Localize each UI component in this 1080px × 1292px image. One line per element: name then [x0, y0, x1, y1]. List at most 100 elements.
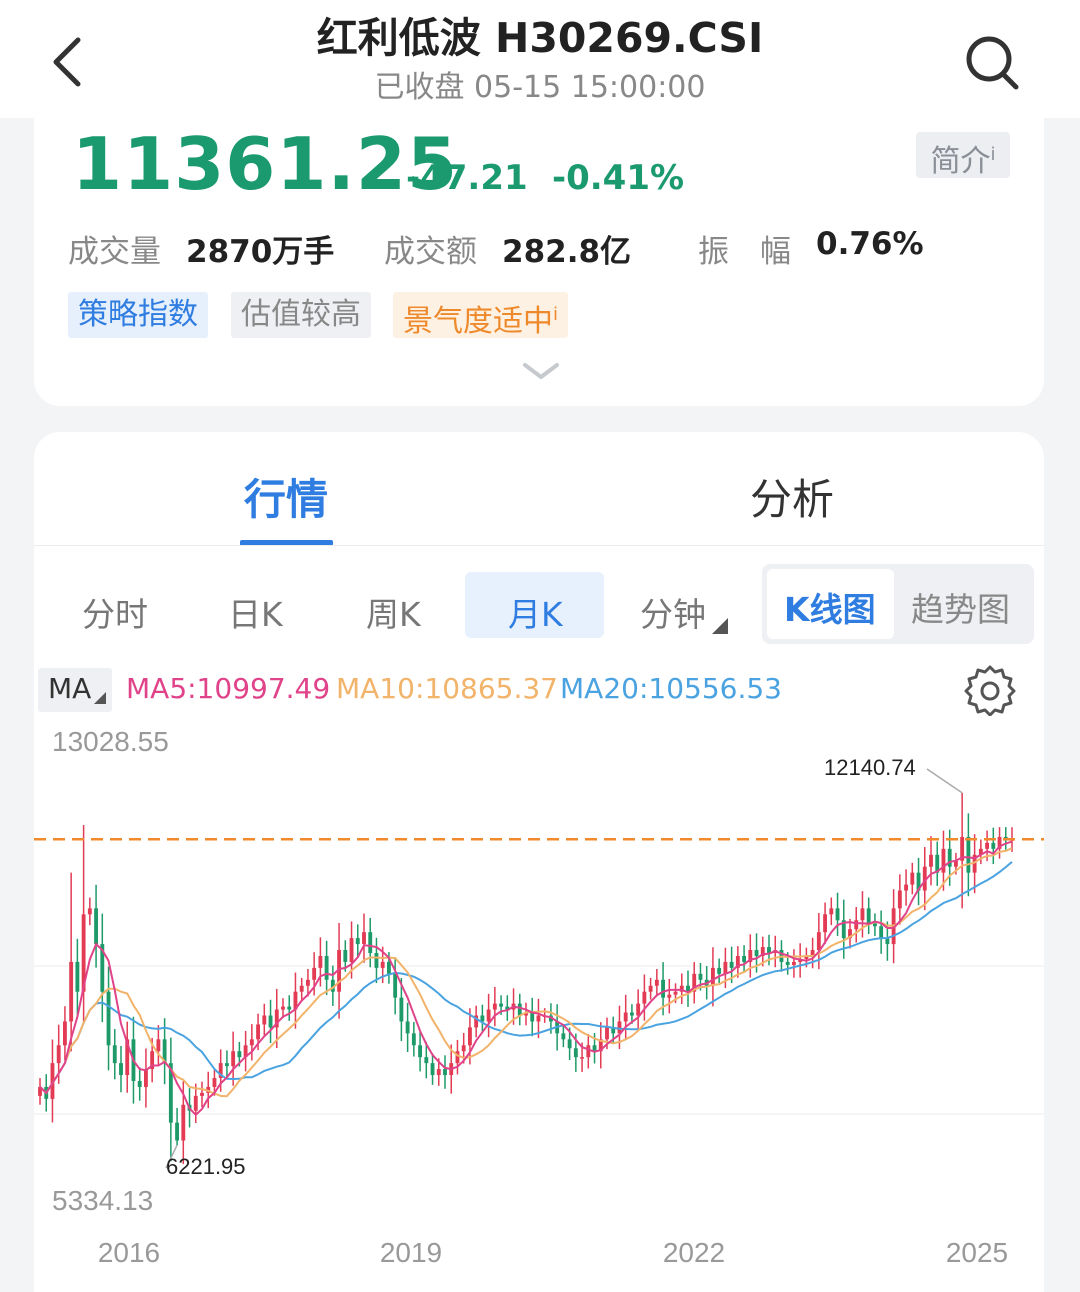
gear-icon[interactable]	[964, 664, 1016, 716]
tag-sentiment[interactable]: 景气度适中ⅰ	[393, 292, 569, 339]
candle-down	[374, 953, 379, 968]
candle-up	[623, 1012, 628, 1022]
candle-down	[343, 950, 348, 962]
candle-up	[486, 1009, 491, 1022]
candle-up	[349, 938, 354, 962]
ma10-line	[39, 847, 1013, 1098]
candle-down	[411, 1033, 416, 1046]
candle-up	[380, 961, 385, 968]
candle-up	[212, 1078, 217, 1087]
candle-down	[561, 1033, 566, 1040]
candle-up	[791, 961, 796, 965]
candle-up	[904, 884, 909, 891]
candle-down	[324, 955, 329, 980]
candle-up	[985, 842, 990, 849]
candle-up	[262, 1015, 267, 1025]
candle-down	[368, 932, 373, 954]
candle-up	[723, 961, 728, 974]
dropdown-corner-icon	[712, 618, 728, 634]
tab-market[interactable]: 行情	[244, 466, 328, 527]
candle-down	[835, 908, 840, 921]
y-max-label: 13028.55	[52, 726, 169, 757]
candle-down	[729, 961, 734, 968]
candle-down	[399, 997, 404, 1022]
candle-down	[742, 955, 747, 962]
candle-up	[941, 848, 946, 873]
tag-sentiment-label: 景气度适中	[403, 304, 553, 339]
candle-up	[910, 872, 915, 885]
candle-up	[299, 985, 304, 992]
intro-label: 简介	[930, 144, 991, 179]
ma5-line	[39, 840, 1013, 1117]
tag-valuation[interactable]: 估值较高	[231, 292, 371, 338]
candle-up	[648, 985, 653, 992]
candle-down	[175, 1122, 180, 1141]
amplitude-label: 振 幅	[698, 234, 791, 270]
intro-button[interactable]: 简介ⅰ	[916, 132, 1010, 179]
market-status: 已收盘 05-15 15:00:00	[374, 70, 706, 105]
quote-card: 11361.25 -47.21 -0.41% 简介ⅰ 成交量 2870万手 成交…	[34, 102, 1044, 406]
chevron-down-icon[interactable]	[521, 360, 561, 382]
low-annotation: 6221.95	[166, 1154, 246, 1179]
candle-up	[580, 1057, 585, 1059]
candle-down	[430, 1063, 435, 1076]
ma-label: MA	[48, 672, 92, 705]
price-change: -47.21	[406, 158, 528, 198]
ma10-value: MA10:10865.37	[336, 672, 558, 705]
period-monthly-k[interactable]: 月K	[508, 588, 563, 636]
candle-down	[393, 973, 398, 998]
candle-up	[536, 1015, 541, 1022]
tab-analysis[interactable]: 分析	[750, 466, 834, 527]
volume-label: 成交量	[68, 234, 161, 270]
candle-up	[586, 1045, 591, 1058]
period-intraday[interactable]: 分时	[82, 588, 148, 636]
index-price: 11361.25	[72, 122, 459, 206]
period-daily-k[interactable]: 日K	[228, 588, 283, 636]
search-icon[interactable]	[960, 32, 1024, 92]
chart-mode-toggle: K线图 趋势图	[762, 564, 1034, 644]
candle-up	[710, 967, 715, 986]
candle-up	[605, 1027, 609, 1040]
candle-up	[461, 1045, 466, 1052]
candle-up	[673, 991, 678, 995]
candle-down	[237, 1051, 242, 1058]
candle-down	[785, 961, 790, 965]
candles-layer	[38, 792, 1014, 1165]
candle-down	[754, 950, 759, 956]
candle-down	[530, 1012, 535, 1022]
candle-down	[75, 961, 80, 992]
tag-strategy-index[interactable]: 策略指数	[68, 292, 208, 338]
candle-down	[517, 1003, 522, 1016]
high-annotation: 12140.74	[824, 755, 916, 780]
ma-selector[interactable]: MA	[38, 668, 112, 712]
candle-up	[667, 994, 672, 998]
kline-chart[interactable]: 13028.55 5334.13 12140.74 6221.95 2016 2…	[34, 722, 1044, 1282]
candle-down	[418, 1045, 423, 1058]
x-tick-label: 2016	[98, 1237, 160, 1268]
info-icon: ⅰ	[553, 304, 559, 325]
candle-down	[567, 1039, 572, 1049]
candle-up	[305, 979, 310, 986]
candle-down	[698, 973, 703, 980]
candle-up	[193, 1095, 198, 1111]
period-weekly-k[interactable]: 周K	[366, 588, 421, 636]
candle-up	[636, 1003, 641, 1016]
candle-up	[181, 1104, 186, 1141]
mode-kline[interactable]: K线图	[784, 583, 876, 631]
amplitude-value: 0.76%	[816, 226, 924, 262]
candle-up	[854, 920, 859, 930]
candle-up	[860, 908, 865, 921]
candle-down	[355, 938, 360, 945]
candle-up	[318, 955, 323, 968]
candle-down	[137, 1080, 142, 1087]
ma20-value: MA20:10556.53	[560, 672, 782, 705]
period-minute[interactable]: 分钟	[640, 588, 706, 636]
candle-down	[224, 1063, 229, 1067]
candle-up	[249, 1039, 254, 1046]
mode-trend[interactable]: 趋势图	[911, 583, 1010, 631]
info-icon: ⅰ	[990, 144, 996, 165]
candle-up	[929, 854, 933, 867]
candle-up	[231, 1051, 236, 1067]
tab-divider	[34, 545, 1044, 546]
candle-up	[436, 1069, 441, 1076]
